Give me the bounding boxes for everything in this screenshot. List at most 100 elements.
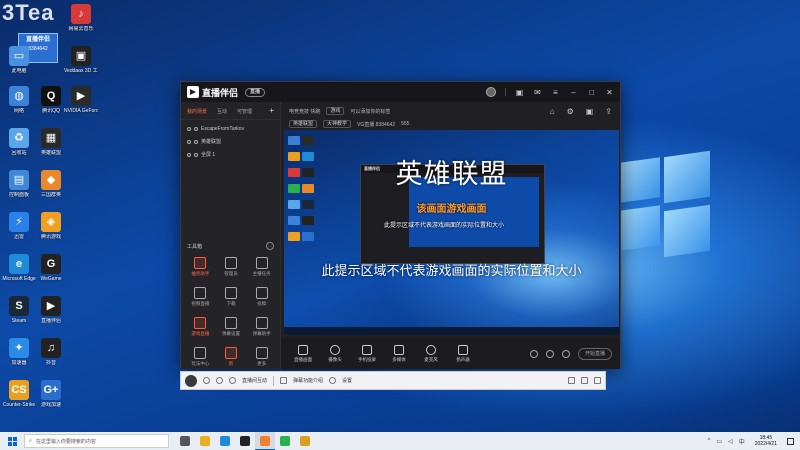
chat-item-label[interactable]: 设置	[342, 377, 352, 384]
taskbar-app-wegame[interactable]	[275, 432, 295, 450]
start-button[interactable]	[0, 432, 24, 450]
tool-item[interactable]: 游戏直播	[185, 317, 216, 337]
tool-item[interactable]: 投稿	[246, 287, 277, 307]
tool-item[interactable]: 弹幕助手	[246, 317, 277, 337]
tool-item[interactable]: 主播任务	[246, 257, 277, 277]
mute-icon[interactable]	[203, 377, 210, 384]
desktop-icon[interactable]: ◆ 三国群英	[34, 170, 68, 198]
mic-icon[interactable]	[216, 377, 223, 384]
danmaku-icon[interactable]	[280, 377, 288, 384]
tool-item[interactable]: 管理员	[216, 257, 247, 277]
more-tools-icon[interactable]: …	[266, 242, 274, 250]
mail-icon[interactable]: ✉	[533, 88, 542, 97]
desktop-icon[interactable]: e Microsoft Edge	[2, 254, 36, 282]
control-button[interactable]: 直播画面	[289, 344, 317, 363]
speaker-icon[interactable]: ◁	[728, 438, 733, 445]
maximize-icon[interactable]: □	[587, 88, 596, 97]
scene-item[interactable]: 全屏 1	[181, 148, 280, 161]
desktop-icon[interactable]: ◈ 腾讯游戏	[34, 212, 68, 240]
desktop-icon[interactable]: ⚡ 迅雷	[2, 212, 36, 240]
taskbar-search[interactable]: ⌕ 在这里输入你要搜索的内容	[24, 434, 169, 448]
gear-icon[interactable]	[562, 349, 570, 358]
settings-icon[interactable]: ⚙	[567, 107, 574, 116]
game-tag[interactable]: 英雄联盟	[289, 120, 318, 128]
category-tag[interactable]: 游戏	[326, 107, 345, 115]
desktop-icon[interactable]: ◍ 网络	[2, 86, 36, 114]
eye-icon[interactable]	[187, 139, 191, 144]
camera-icon[interactable]	[530, 349, 538, 358]
control-button[interactable]: 手机投屏	[353, 344, 381, 363]
control-button[interactable]: 多媒体	[385, 344, 413, 363]
timer-icon[interactable]	[546, 349, 554, 358]
control-button[interactable]: 摄像头	[321, 344, 349, 363]
taskbar-app-live-companion[interactable]	[255, 432, 275, 450]
eye-icon[interactable]	[187, 127, 191, 131]
desktop-icon[interactable]: ▣ Veddaax 3D 工作室	[64, 46, 98, 74]
lock-icon[interactable]	[194, 152, 198, 157]
volume-icon[interactable]	[229, 377, 236, 384]
desktop-icon[interactable]: ▶ NVIDIA GeForce	[64, 86, 98, 114]
desktop-icon[interactable]: CS Counter-Strike	[2, 380, 36, 408]
tag-hint[interactable]: 可以添加你的标签	[350, 108, 390, 115]
desktop-icon[interactable]: ▭ 此电脑	[2, 46, 36, 74]
ime-indicator[interactable]: 中	[739, 437, 745, 446]
clock[interactable]: 18:45 2022/4/21	[755, 435, 777, 447]
tool-item[interactable]: 下载	[216, 287, 247, 307]
live-title[interactable]: 电竞竞技 快跑	[289, 108, 320, 115]
tool-item[interactable]: 玩法中心	[185, 347, 216, 367]
eye-icon[interactable]	[187, 152, 191, 157]
desktop-icon[interactable]: ♫ 抖音	[34, 338, 68, 366]
start-live-button[interactable]: 开始直播	[578, 347, 612, 360]
window-minimize-icon[interactable]	[568, 377, 575, 384]
chat-item-label[interactable]: 直播间互动	[242, 377, 267, 384]
live-preview[interactable]: 直播伴侣 英雄联盟 该画面游戏画面 此提示区域不代表游戏画面的实际位置和大小 此…	[284, 130, 619, 335]
tab-manage[interactable]: 可管理	[237, 108, 252, 115]
minimize-icon[interactable]: –	[569, 88, 578, 97]
desktop-icon[interactable]: ▦ 英雄联盟	[34, 128, 68, 156]
settings-icon[interactable]	[329, 377, 337, 384]
style-tag[interactable]: 大神教学	[323, 120, 352, 128]
desktop-icon[interactable]: G WeGame	[34, 254, 68, 282]
scene-item[interactable]: 英雄联盟	[181, 135, 280, 148]
close-icon[interactable]: ✕	[605, 88, 614, 97]
add-scene-icon[interactable]: +	[269, 107, 274, 115]
control-button[interactable]: 麦克风	[417, 344, 445, 363]
desktop-icon[interactable]: G+ 游戏加速	[34, 380, 68, 408]
notification-icon[interactable]	[787, 437, 794, 445]
share-icon[interactable]: ⌂	[550, 107, 555, 116]
desktop-icon[interactable]: S Steam	[2, 296, 36, 324]
tab-my-scenes[interactable]: 我的场景	[187, 108, 207, 115]
layout-icon[interactable]: ▣	[586, 107, 594, 116]
tool-item[interactable]: 弹幕设置	[216, 317, 247, 337]
lock-icon[interactable]	[194, 139, 198, 144]
taskbar-app-terminal[interactable]	[235, 432, 255, 450]
window-restore-icon[interactable]	[581, 377, 588, 384]
control-button[interactable]: 扬声器	[449, 344, 477, 363]
desktop-icon[interactable]: ✦ 加速器	[2, 338, 36, 366]
user-avatar[interactable]	[486, 87, 496, 97]
export-icon[interactable]: ⇪	[605, 107, 612, 116]
taskbar-app-edge[interactable]	[215, 432, 235, 450]
version-badge[interactable]: 直播	[245, 87, 266, 97]
taskbar-app-file-explorer[interactable]	[195, 432, 215, 450]
gift-icon[interactable]: ▣	[515, 88, 524, 97]
menu-icon[interactable]: ≡	[551, 88, 560, 97]
network-icon[interactable]: ▭	[716, 438, 722, 445]
tool-item[interactable]: 更多	[246, 347, 277, 367]
desktop-icon[interactable]: ▶ 直播伴侣	[34, 296, 68, 324]
taskbar-app-task-view[interactable]	[175, 432, 195, 450]
tool-item[interactable]: 视频直播	[185, 287, 216, 307]
desktop-icon[interactable]: ♪ 网易云音乐	[64, 4, 98, 32]
desktop-icon[interactable]: ♻ 回收站	[2, 128, 36, 156]
scene-item[interactable]: EscapeFromTarkov	[181, 123, 280, 135]
desktop-icon[interactable]: Q 腾讯QQ	[34, 86, 68, 114]
chat-avatar[interactable]	[185, 374, 197, 387]
tab-interact[interactable]: 互动	[217, 108, 227, 115]
taskbar-app-folder[interactable]	[295, 432, 315, 450]
desktop-icon[interactable]: ▤ 控制面板	[2, 170, 36, 198]
tool-item[interactable]: 新	[216, 347, 247, 367]
chat-item-label[interactable]: 弹幕功能介绍	[293, 377, 323, 384]
window-close-icon[interactable]	[594, 377, 601, 384]
tool-item[interactable]: 抽奖助手	[185, 257, 216, 277]
lock-icon[interactable]	[194, 127, 198, 131]
